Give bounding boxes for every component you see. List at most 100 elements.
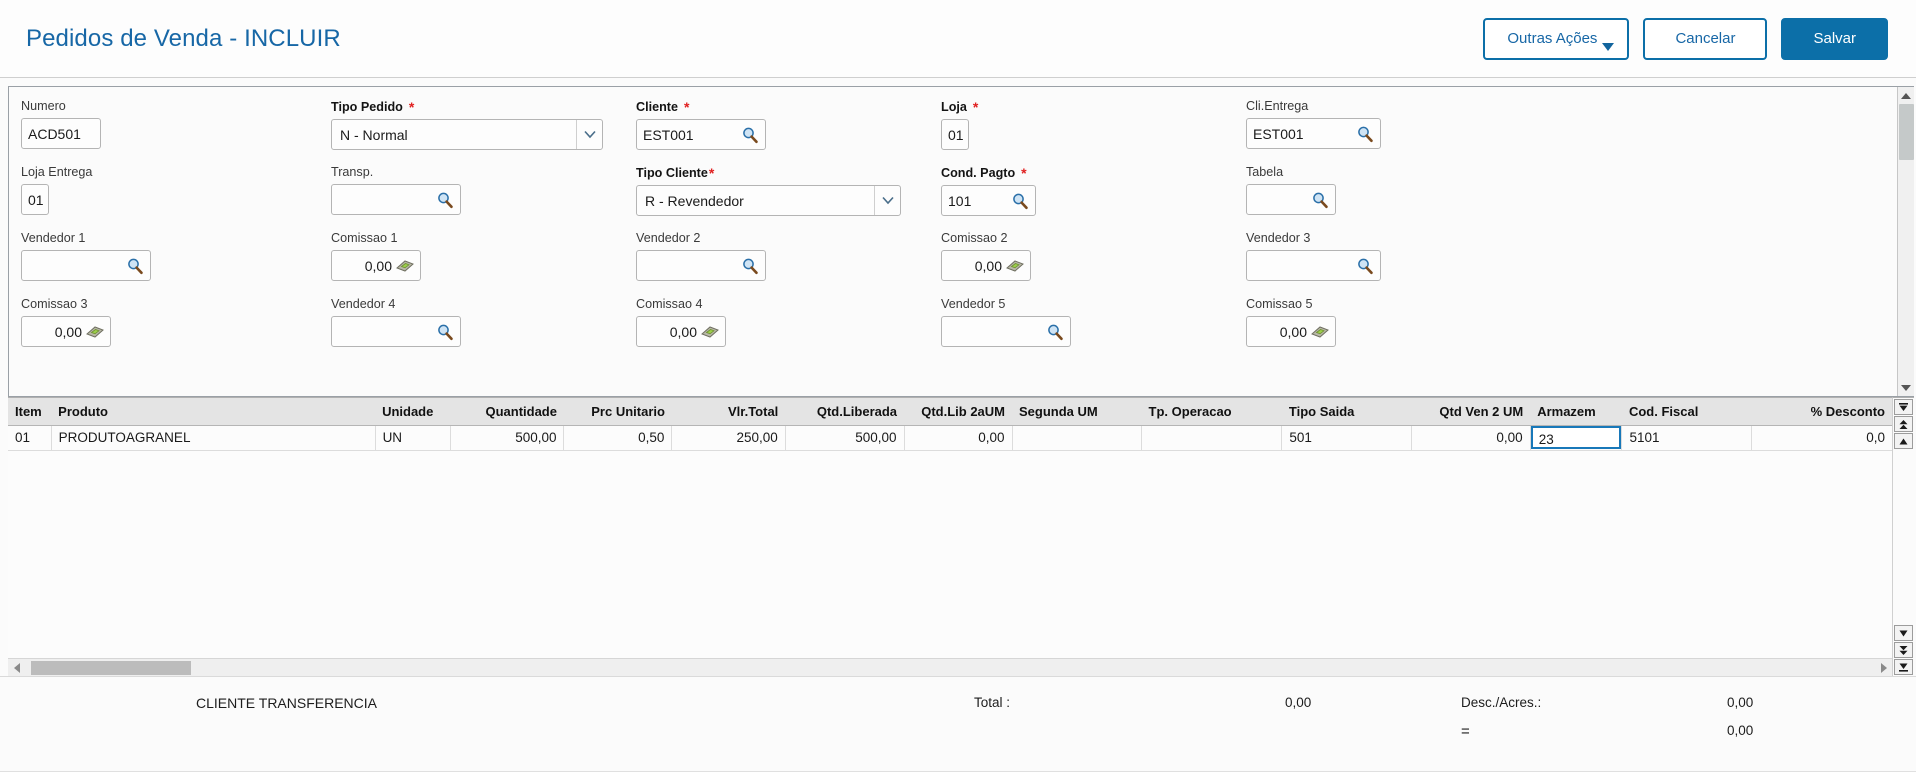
- cliente-input[interactable]: EST001: [636, 119, 766, 150]
- vendedor-1-input[interactable]: [21, 250, 151, 281]
- next-record-button[interactable]: [1894, 625, 1913, 641]
- loja-entrega-input[interactable]: 01: [21, 184, 49, 215]
- go-first-record-button[interactable]: [1894, 399, 1913, 415]
- scroll-left-button[interactable]: [8, 659, 25, 677]
- transp-input[interactable]: [331, 184, 461, 215]
- tabela-input[interactable]: [1246, 184, 1336, 215]
- comissao-1-input[interactable]: 0,00: [331, 250, 421, 281]
- cell-armazem-selected[interactable]: 23: [1530, 425, 1623, 451]
- cell-prc-unitario[interactable]: 0,50: [563, 425, 673, 451]
- grid-horizontal-scrollbar[interactable]: [8, 658, 1892, 676]
- magnifier-icon[interactable]: [436, 191, 454, 209]
- tipo-cliente-select[interactable]: R - Revendedor: [636, 185, 901, 216]
- cell-qtd-lib-2aum[interactable]: 0,00: [904, 425, 1013, 451]
- field-label: Tipo Cliente*: [636, 165, 715, 181]
- comissao-2-input[interactable]: 0,00: [941, 250, 1031, 281]
- page-up-button[interactable]: [1894, 416, 1913, 432]
- comissao-3-input[interactable]: 0,00: [21, 316, 111, 347]
- comissao-5-input[interactable]: 0,00: [1246, 316, 1336, 347]
- vendedor-4-input[interactable]: [331, 316, 461, 347]
- col-segunda-um[interactable]: Segunda UM: [1012, 398, 1142, 426]
- col-produto[interactable]: Produto: [51, 398, 376, 426]
- money-icon[interactable]: [1311, 325, 1329, 339]
- field-label: Comissao 2: [941, 231, 1008, 245]
- tipo-pedido-select[interactable]: N - Normal: [331, 119, 603, 150]
- field-label: Tabela: [1246, 165, 1284, 179]
- col-item[interactable]: Item: [8, 398, 52, 426]
- magnifier-icon[interactable]: [1311, 191, 1329, 209]
- page-down-button[interactable]: [1894, 642, 1913, 658]
- magnifier-icon[interactable]: [741, 126, 759, 144]
- col-vlr-total[interactable]: Vlr.Total: [671, 398, 786, 426]
- money-icon[interactable]: [1006, 259, 1024, 273]
- magnifier-icon[interactable]: [1356, 125, 1374, 143]
- scrollbar-thumb[interactable]: [1898, 104, 1914, 160]
- hscrollbar-track[interactable]: [25, 659, 1875, 677]
- scroll-right-button[interactable]: [1875, 659, 1892, 677]
- scroll-up-button[interactable]: [1897, 87, 1914, 104]
- cell-qtd-ven-2-um[interactable]: 0,00: [1411, 425, 1531, 451]
- chevron-down-icon[interactable]: [874, 186, 900, 215]
- go-last-record-button[interactable]: [1894, 659, 1913, 675]
- table-row[interactable]: 01 PRODUTOAGRANEL UN 500,00 0,50 250,00 …: [8, 425, 1892, 451]
- cond-pagto-input[interactable]: 101: [941, 185, 1036, 216]
- money-icon[interactable]: [701, 325, 719, 339]
- col-tipo-saida[interactable]: Tipo Saida: [1281, 398, 1412, 426]
- magnifier-icon[interactable]: [1356, 257, 1374, 275]
- scrollbar-track[interactable]: [1898, 104, 1915, 379]
- total-value: 0,00: [1285, 695, 1312, 710]
- tipo-cliente-value: R - Revendedor: [645, 192, 744, 209]
- cell-tipo-saida[interactable]: 501: [1281, 425, 1412, 451]
- col-unidade[interactable]: Unidade: [375, 398, 451, 426]
- col-pct-desconto[interactable]: % Desconto: [1751, 398, 1892, 426]
- magnifier-icon[interactable]: [1011, 192, 1029, 210]
- magnifier-icon[interactable]: [741, 257, 759, 275]
- field-label: Tipo Pedido *: [331, 99, 415, 115]
- cancel-button[interactable]: Cancelar: [1643, 17, 1768, 60]
- cell-tp-operacao[interactable]: [1141, 425, 1283, 451]
- hscrollbar-thumb[interactable]: [31, 660, 191, 675]
- loja-input[interactable]: 01: [941, 119, 969, 150]
- comissao-4-value: 0,00: [669, 323, 697, 340]
- cell-pct-desconto[interactable]: 0,0: [1751, 425, 1892, 451]
- cell-cod-fiscal[interactable]: 5101: [1621, 425, 1752, 451]
- col-armazem[interactable]: Armazem: [1530, 398, 1622, 426]
- vendedor-3-input[interactable]: [1246, 250, 1381, 281]
- magnifier-icon[interactable]: [436, 323, 454, 341]
- magnifier-icon[interactable]: [1046, 323, 1064, 341]
- cell-item[interactable]: 01: [8, 425, 52, 451]
- cell-unidade[interactable]: UN: [375, 425, 452, 451]
- scroll-down-button[interactable]: [1897, 379, 1914, 396]
- vendedor-5-input[interactable]: [941, 316, 1071, 347]
- discount-label: Desc./Acres.:: [1461, 695, 1542, 710]
- numero-input[interactable]: ACD501: [21, 118, 101, 149]
- col-qtd-liberada[interactable]: Qtd.Liberada: [785, 398, 905, 426]
- save-button[interactable]: Salvar: [1781, 17, 1888, 60]
- other-actions-button[interactable]: Outras Ações: [1483, 17, 1630, 60]
- col-tp-operacao[interactable]: Tp. Operacao: [1141, 398, 1282, 426]
- vendedor-2-input[interactable]: [636, 250, 766, 281]
- chevron-down-icon[interactable]: [576, 120, 602, 149]
- triangle-down-icon: [1901, 384, 1911, 391]
- form-vertical-scrollbar[interactable]: [1897, 87, 1914, 396]
- armazem-value[interactable]: 23: [1530, 426, 1621, 449]
- cell-produto[interactable]: PRODUTOAGRANEL: [51, 425, 376, 451]
- field-label: Comissao 3: [21, 297, 88, 311]
- col-prc-unitario[interactable]: Prc Unitario: [563, 398, 672, 426]
- col-qtd-ven-2-um[interactable]: Qtd Ven 2 UM: [1411, 398, 1531, 426]
- col-quantidade[interactable]: Quantidade: [450, 398, 564, 426]
- magnifier-icon[interactable]: [126, 257, 144, 275]
- cell-qtd-liberada[interactable]: 500,00: [785, 425, 905, 451]
- form-row: Numero ACD501 Tipo Pedido * N - Normal C…: [9, 99, 1895, 165]
- comissao-4-input[interactable]: 0,00: [636, 316, 726, 347]
- cell-quantidade[interactable]: 500,00: [450, 425, 565, 451]
- money-icon[interactable]: [396, 259, 414, 273]
- cliente-value: EST001: [643, 126, 694, 143]
- cell-segunda-um[interactable]: [1012, 425, 1143, 451]
- cell-vlr-total[interactable]: 250,00: [671, 425, 786, 451]
- col-qtd-lib-2aum[interactable]: Qtd.Lib 2aUM: [904, 398, 1012, 426]
- previous-record-button[interactable]: [1894, 433, 1913, 449]
- money-icon[interactable]: [86, 325, 104, 339]
- col-cod-fiscal[interactable]: Cod. Fiscal: [1621, 398, 1752, 426]
- cli-entrega-input[interactable]: EST001: [1246, 118, 1381, 149]
